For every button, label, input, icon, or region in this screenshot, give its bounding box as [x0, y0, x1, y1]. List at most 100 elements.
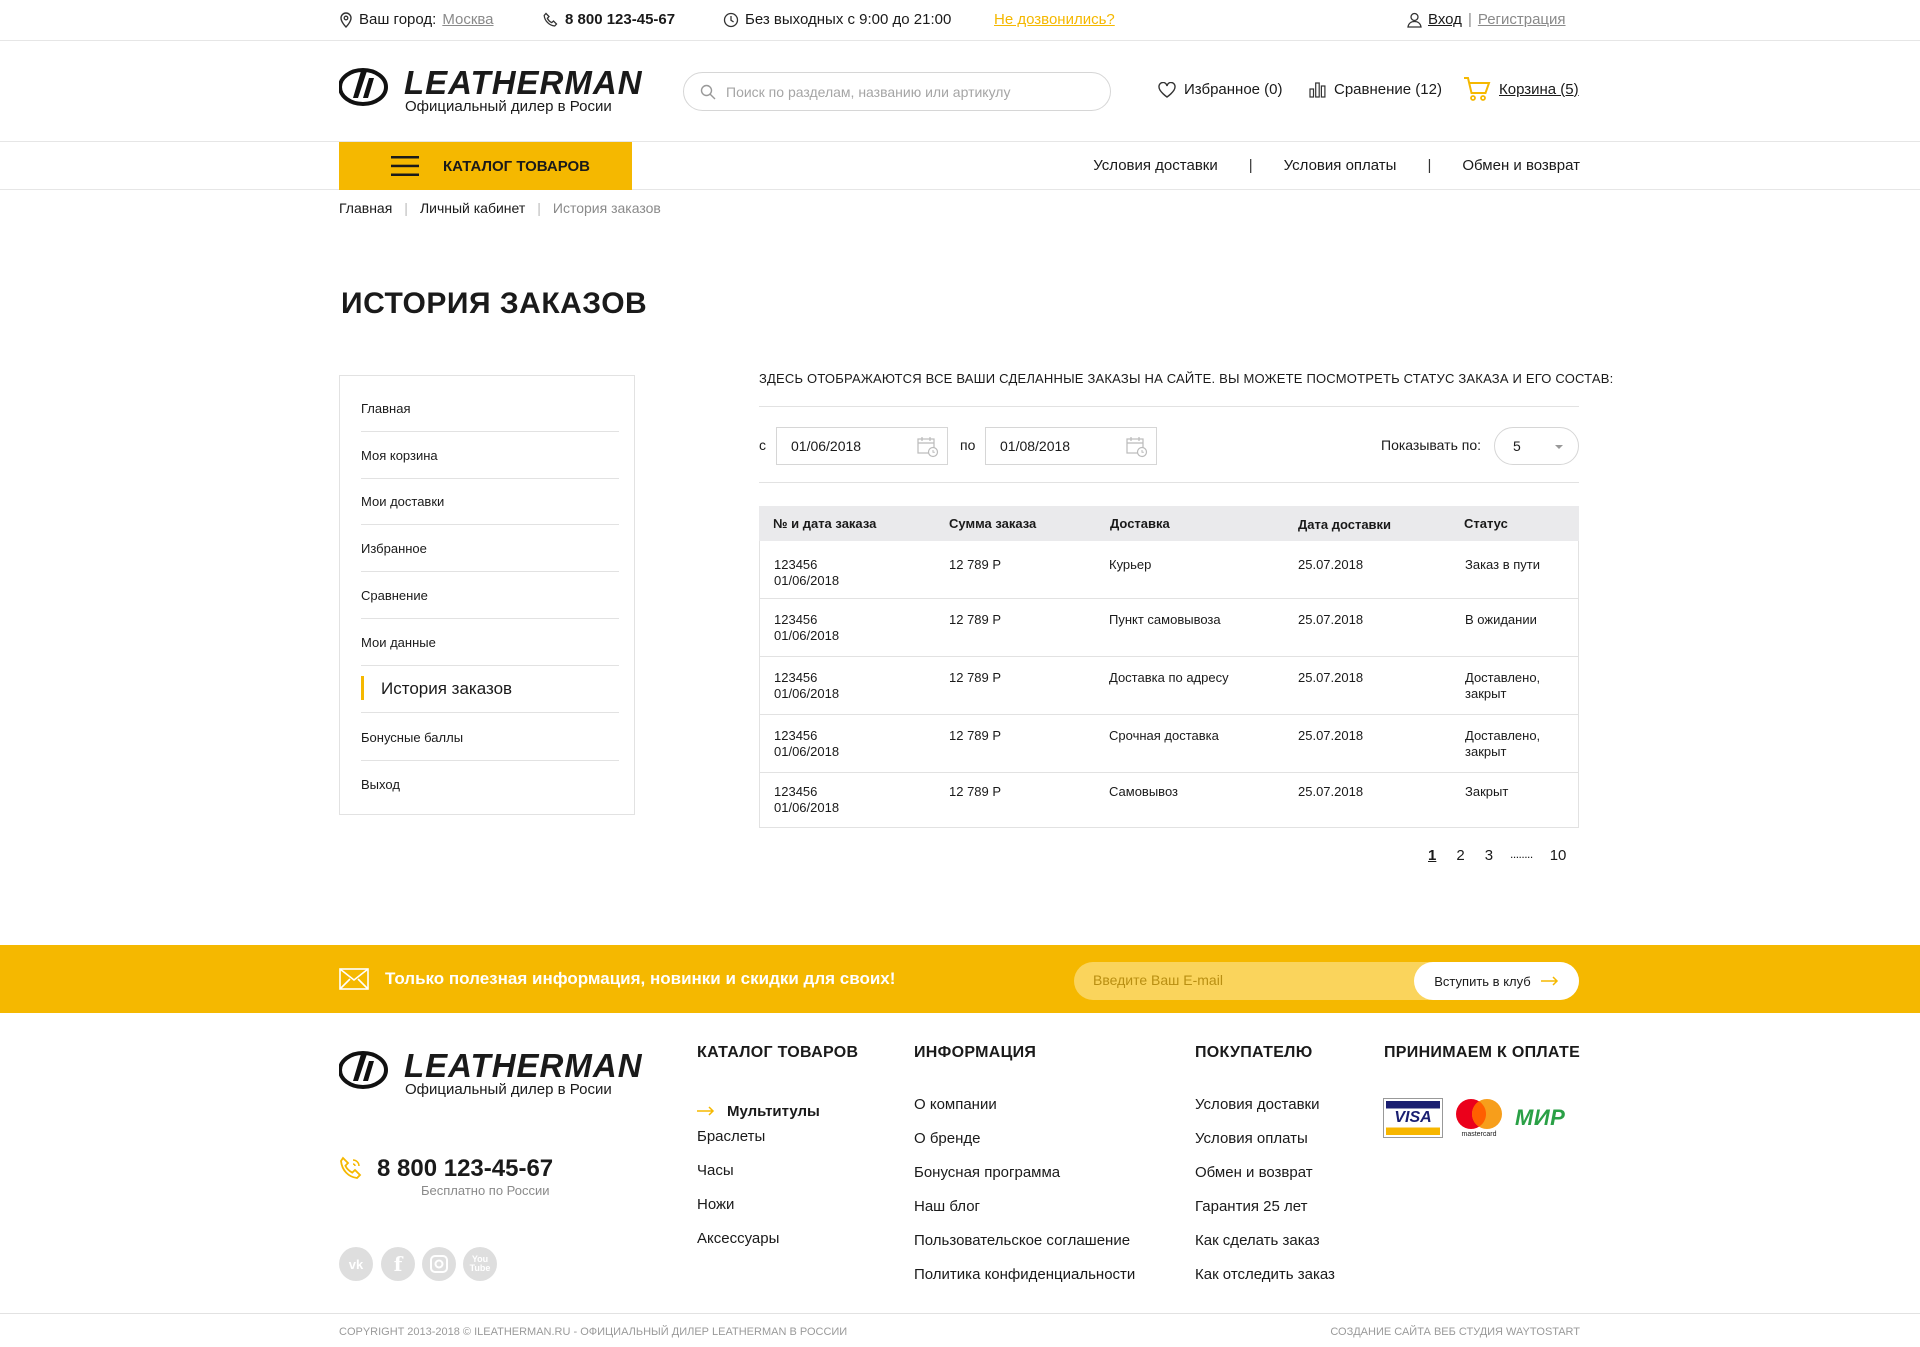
- col-delivery-date: Дата доставки: [1298, 517, 1392, 532]
- side-item-compare[interactable]: Сравнение: [361, 572, 619, 619]
- footer-info-link[interactable]: Политика конфиденциальности: [914, 1266, 1135, 1300]
- date-filter: с 01/06/2018 по 01/08/2018 Показывать по…: [759, 427, 1579, 465]
- date-from-field[interactable]: 01/06/2018: [776, 427, 948, 465]
- nav-divider: |: [1248, 157, 1253, 174]
- table-row[interactable]: 123456 01/06/2018 12 789 Р Курьер 25.07.2…: [759, 541, 1579, 599]
- visa-icon: VISA: [1383, 1098, 1443, 1138]
- breadcrumb-current: История заказов: [552, 200, 661, 216]
- email-field[interactable]: [1093, 972, 1393, 988]
- mastercard-circles: [1456, 1099, 1502, 1129]
- footer-catalog-accessories[interactable]: Аксессуары: [697, 1230, 820, 1264]
- side-item-home[interactable]: Главная: [361, 385, 619, 432]
- order-number: 123456: [774, 670, 818, 685]
- page-2[interactable]: 2: [1456, 847, 1464, 864]
- cart-link[interactable]: Корзина (5): [1463, 76, 1579, 102]
- order-status: Доставлено, закрыт: [1465, 670, 1541, 701]
- account-menu: Главная Моя корзина Мои доставки Избранн…: [339, 375, 635, 815]
- breadcrumb-home[interactable]: Главная: [339, 200, 392, 216]
- favorites-link[interactable]: Избранное (0): [1158, 81, 1283, 98]
- per-page-value: 5: [1513, 438, 1521, 454]
- footer-buyer-link[interactable]: Условия доставки: [1195, 1096, 1335, 1130]
- facebook-icon[interactable]: f: [381, 1247, 415, 1281]
- instagram-icon[interactable]: [422, 1247, 456, 1281]
- callback-link[interactable]: Не дозвонились?: [994, 11, 1115, 28]
- side-item-bonus[interactable]: Бонусные баллы: [361, 714, 619, 761]
- breadcrumb-divider: |: [537, 200, 541, 216]
- nav-exchange[interactable]: Обмен и возврат: [1462, 157, 1580, 174]
- calendar-icon[interactable]: [917, 436, 939, 458]
- footer-info-link[interactable]: О компании: [914, 1096, 1135, 1130]
- city-selector[interactable]: Ваш город: Москва: [339, 11, 494, 28]
- join-club-label: Вступить в клуб: [1434, 973, 1531, 989]
- auth-links: Вход | Регистрация: [1407, 11, 1566, 28]
- page-10[interactable]: 10: [1550, 847, 1567, 864]
- order-number: 123456: [774, 728, 818, 743]
- footer-buyer-link[interactable]: Гарантия 25 лет: [1195, 1198, 1335, 1232]
- copyright: COPYRIGHT 2013-2018 © ILEATHERMAN.RU - О…: [339, 1326, 848, 1338]
- vk-icon[interactable]: vk: [339, 1247, 373, 1281]
- footer-buyer-title: ПОКУПАТЕЛЮ: [1195, 1044, 1313, 1061]
- nav-payment[interactable]: Условия оплаты: [1284, 157, 1397, 174]
- table-row[interactable]: 123456 01/06/2018 12 789 Р Пункт самовыво…: [759, 599, 1579, 657]
- location-pin-icon: [340, 11, 352, 28]
- footer-info-link[interactable]: Бонусная программа: [914, 1164, 1135, 1198]
- favorites-label: Избранное (0): [1184, 81, 1283, 98]
- phone-icon: [543, 12, 558, 27]
- nav-delivery[interactable]: Условия доставки: [1093, 157, 1217, 174]
- instagram-glyph: [430, 1255, 448, 1273]
- order-number: 123456: [774, 612, 818, 627]
- footer-catalog-active[interactable]: Мультитулы: [697, 1094, 820, 1128]
- side-item-deliveries[interactable]: Мои доставки: [361, 478, 619, 525]
- arrow-right-icon: [697, 1106, 715, 1116]
- pagination: 1 2 3 ........ 10: [1428, 847, 1566, 864]
- search-box[interactable]: [683, 72, 1111, 111]
- table-row[interactable]: 123456 01/06/2018 12 789 Р Самовывоз 25.0…: [759, 773, 1579, 828]
- date-to-value: 01/08/2018: [1000, 438, 1071, 454]
- made-by[interactable]: СОЗДАНИЕ САЙТА ВЕБ СТУДИЯ WAYTOSTART: [1330, 1326, 1580, 1338]
- footer-catalog-bracelets[interactable]: Браслеты: [697, 1128, 820, 1162]
- calendar-icon[interactable]: [1126, 436, 1148, 458]
- footer-buyer-link[interactable]: Обмен и возврат: [1195, 1164, 1335, 1198]
- footer-info-link[interactable]: Наш блог: [914, 1198, 1135, 1232]
- login-link[interactable]: Вход: [1428, 11, 1462, 28]
- footer-divider: [0, 1313, 1920, 1314]
- breadcrumb-account[interactable]: Личный кабинет: [420, 200, 525, 216]
- city-link[interactable]: Москва: [442, 11, 493, 28]
- register-link[interactable]: Регистрация: [1478, 11, 1566, 28]
- footer-info-link[interactable]: Пользовательское соглашение: [914, 1232, 1135, 1266]
- side-item-cart[interactable]: Моя корзина: [361, 432, 619, 479]
- catalog-button[interactable]: КАТАЛОГ ТОВАРОВ: [339, 142, 632, 190]
- side-item-order-history[interactable]: История заказов: [361, 666, 619, 713]
- header: LEATHERMAN Официальный дилер в Росии Изб…: [0, 41, 1920, 142]
- page-3[interactable]: 3: [1485, 847, 1493, 864]
- footer-logo-text: LEATHERMAN: [404, 1047, 643, 1084]
- table-row[interactable]: 123456 01/06/2018 12 789 Р Срочная достав…: [759, 715, 1579, 773]
- top-phone[interactable]: 8 800 123-45-67: [543, 11, 675, 28]
- order-delivery-date: 25.07.2018: [1298, 670, 1364, 685]
- table-header: № и дата заказа Сумма заказа Доставка Да…: [759, 506, 1579, 541]
- footer-buyer-link[interactable]: Условия оплаты: [1195, 1130, 1335, 1164]
- footer-phone[interactable]: 8 800 123-45-67: [377, 1155, 553, 1183]
- footer-buyer-link[interactable]: Как отследить заказ: [1195, 1266, 1335, 1300]
- footer-info-link[interactable]: О бренде: [914, 1130, 1135, 1164]
- main-nav: КАТАЛОГ ТОВАРОВ Условия доставки | Услов…: [0, 142, 1920, 190]
- from-label: с: [759, 437, 766, 453]
- order-status: В ожидании: [1465, 612, 1537, 627]
- side-item-logout[interactable]: Выход: [361, 761, 619, 808]
- page-1[interactable]: 1: [1428, 847, 1436, 864]
- footer-catalog-knives[interactable]: Ножи: [697, 1196, 820, 1230]
- footer-buyer-link[interactable]: Как сделать заказ: [1195, 1232, 1335, 1266]
- side-item-my-data[interactable]: Мои данные: [361, 619, 619, 666]
- search-input[interactable]: [726, 83, 1086, 100]
- side-item-favorites[interactable]: Избранное: [361, 525, 619, 572]
- compare-link[interactable]: Сравнение (12): [1309, 81, 1442, 98]
- clock-icon: [723, 12, 739, 27]
- order-delivery-date: 25.07.2018: [1298, 728, 1364, 743]
- footer-catalog-watches[interactable]: Часы: [697, 1162, 820, 1196]
- date-to-field[interactable]: 01/08/2018: [985, 427, 1157, 465]
- per-page-select[interactable]: 5: [1494, 427, 1579, 465]
- join-club-button[interactable]: Вступить в клуб: [1414, 962, 1579, 1000]
- table-row[interactable]: 123456 01/06/2018 12 789 Р Доставка по ад…: [759, 657, 1579, 715]
- youtube-icon[interactable]: You Tube: [463, 1247, 497, 1281]
- footer-buyer-list: Условия доставки Условия оплаты Обмен и …: [1195, 1096, 1335, 1300]
